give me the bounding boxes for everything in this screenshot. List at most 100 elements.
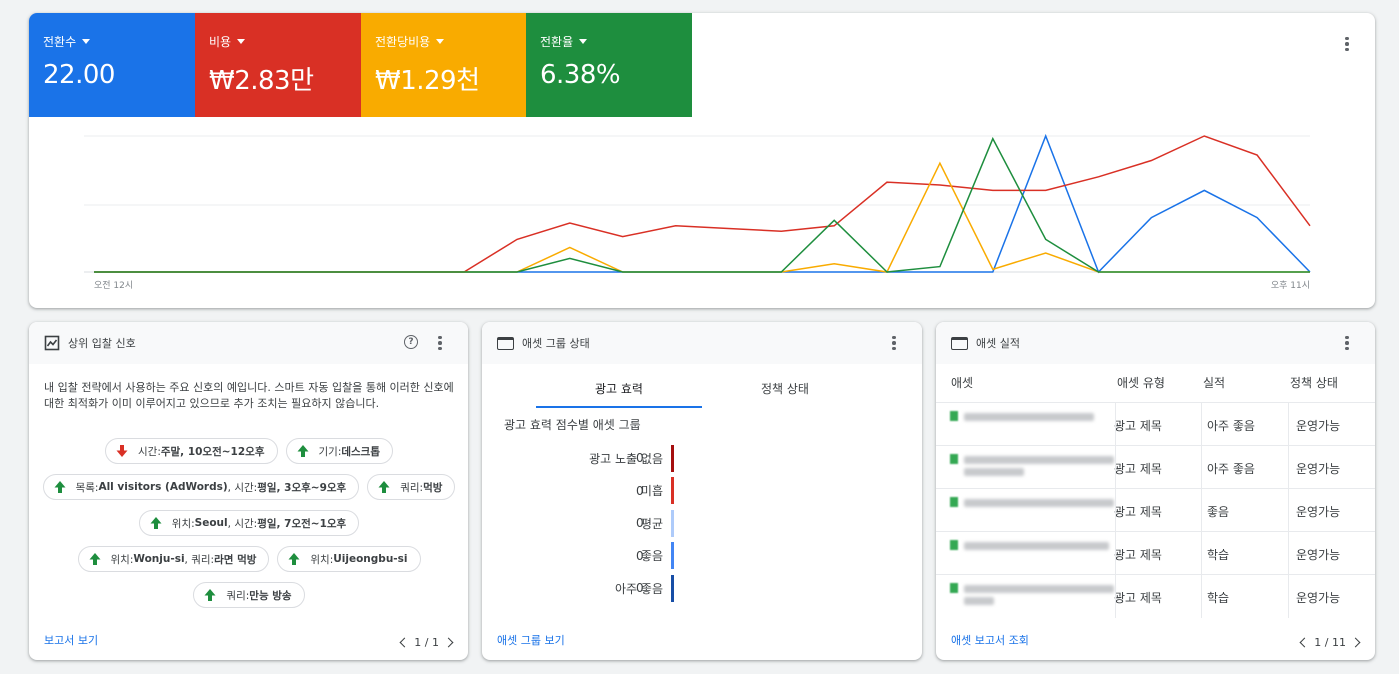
column-header-policy-status[interactable]: 정책 상태: [1290, 374, 1338, 391]
column-divider: [1288, 575, 1289, 618]
cell-performance: 아주 좋음: [1207, 462, 1255, 476]
panel-header: 상위 입찰 신호: [29, 322, 468, 364]
chevron-right-icon[interactable]: [1350, 637, 1361, 648]
arrow-up-icon: [288, 553, 300, 565]
column-divider: [1115, 446, 1116, 489]
cell-policy-status: 운영가능: [1296, 548, 1341, 562]
color-bar: [671, 509, 674, 537]
column-divider: [1201, 575, 1202, 618]
panel-description: 내 입찰 전략에서 사용하는 주요 신호의 예입니다. 스마트 자동 입찰을 통…: [44, 381, 454, 410]
chevron-left-icon[interactable]: [1299, 637, 1310, 648]
column-header-asset-type[interactable]: 애셋 유형: [1117, 374, 1165, 391]
chip-label: 위치:: [171, 517, 195, 530]
pager-text: 1 / 11: [1314, 636, 1346, 649]
signal-chip[interactable]: 위치: Seoul, 시간: 평일, 7오전~1오후: [138, 510, 360, 536]
panel-header: 애셋 실적: [936, 322, 1375, 364]
column-divider: [1288, 403, 1289, 446]
help-icon[interactable]: ?: [404, 335, 418, 349]
color-bar: [671, 574, 674, 602]
column-divider: [1115, 532, 1116, 575]
chip-label: 위치:: [310, 553, 334, 566]
asset-text-redacted: [950, 497, 1114, 523]
panel-title: 애셋 그룹 상태: [522, 337, 590, 350]
asset-thumbnail-icon: [950, 497, 958, 507]
tab-ad-strength[interactable]: 광고 효력: [536, 374, 702, 408]
signal-chip[interactable]: 목록: All visitors (AdWords), 시간: 평일, 3오후~…: [42, 474, 360, 500]
list-item: 광고 노출 없음 0: [482, 442, 682, 475]
column-divider: [1288, 532, 1289, 575]
column-divider: [1201, 446, 1202, 489]
column-divider: [1115, 575, 1116, 618]
list-item: 미흡 0: [482, 475, 682, 508]
asset-thumbnail-icon: [950, 540, 958, 550]
cell-policy-status: 운영가능: [1296, 419, 1341, 433]
table-row[interactable]: 광고 제목 학습 운영가능: [936, 574, 1375, 618]
chip-label: 쿼리:: [400, 481, 424, 494]
asset-text-redacted: [950, 540, 1112, 566]
chip-label: 목록:: [75, 481, 99, 494]
pager-text: 1 / 1: [414, 636, 439, 649]
arrow-up-icon: [297, 445, 309, 457]
chip-label: 쿼리:: [226, 589, 250, 602]
pager: 1 / 1: [399, 636, 454, 649]
asset-text-redacted: [950, 411, 1112, 437]
list-item: 평균 0: [482, 507, 682, 540]
cell-policy-status: 운영가능: [1296, 505, 1341, 519]
panel-title: 상위 입찰 신호: [68, 337, 136, 350]
arrow-up-icon: [204, 589, 216, 601]
table-row[interactable]: 광고 제목 아주 좋음 운영가능: [936, 402, 1375, 446]
chip-value: 만능 방송: [249, 589, 292, 602]
chip-value: 라면 먹방: [214, 553, 257, 566]
signal-chip[interactable]: 시간: 주말, 10오전~12오후: [105, 438, 278, 464]
view-report-link[interactable]: 보고서 보기: [44, 632, 98, 648]
more-options-icon[interactable]: [1337, 333, 1357, 353]
column-divider: [1115, 489, 1116, 532]
cell-asset-type: 광고 제목: [1114, 505, 1162, 519]
asset-text-redacted: [950, 454, 1114, 480]
view-asset-report-link[interactable]: 애셋 보고서 조회: [951, 632, 1029, 648]
column-divider: [1201, 532, 1202, 575]
signal-chip[interactable]: 쿼리: 먹방: [367, 474, 456, 500]
cell-performance: 학습: [1207, 591, 1230, 605]
cell-policy-status: 운영가능: [1296, 462, 1341, 476]
tab-policy-status[interactable]: 정책 상태: [702, 374, 868, 408]
chip-value: 먹방: [423, 481, 443, 494]
chip-value: 평일, 3오후~9오후: [257, 481, 347, 494]
cell-asset-type: 광고 제목: [1114, 462, 1162, 476]
list-item: 좋음 0: [482, 540, 682, 573]
chip-value: Wonju-si: [133, 553, 185, 565]
chip-label: 기기:: [318, 445, 342, 458]
chip-label: 시간:: [138, 445, 161, 458]
tab-bar: 광고 효력 정책 상태: [536, 374, 868, 408]
column-header-asset[interactable]: 애셋: [951, 374, 973, 391]
chevron-right-icon[interactable]: [443, 637, 454, 648]
row-label: 미흡: [640, 484, 663, 499]
more-options-icon[interactable]: [884, 333, 904, 353]
chip-value: 데스크톱: [341, 445, 380, 458]
cell-performance: 아주 좋음: [1207, 419, 1255, 433]
arrow-up-icon: [54, 481, 66, 493]
more-options-icon[interactable]: [430, 333, 450, 353]
view-asset-groups-link[interactable]: 애셋 그룹 보기: [497, 632, 565, 648]
chip-label: , 쿼리:: [184, 553, 215, 566]
performance-chart-card: 전환수 22.00 비용 ₩2.83만 전환당비용 ₩1.29천 전환율 6.3…: [29, 13, 1375, 308]
chip-value: Seoul: [194, 517, 228, 529]
asset-thumbnail-icon: [950, 411, 958, 421]
chip-value: Uijeongbu-si: [333, 553, 408, 565]
cell-performance: 학습: [1207, 548, 1230, 562]
table-row[interactable]: 광고 제목 좋음 운영가능: [936, 488, 1375, 532]
asset-thumbnail-icon: [950, 583, 958, 593]
signal-chips: 시간: 주말, 10오전~12오후 기기: 데스크톱목록: All visitor…: [39, 438, 459, 608]
signal-chip[interactable]: 쿼리: 만능 방송: [193, 582, 305, 608]
table-row[interactable]: 광고 제목 학습 운영가능: [936, 531, 1375, 575]
chevron-left-icon[interactable]: [399, 637, 410, 648]
signal-chip[interactable]: 위치: Uijeongbu-si: [277, 546, 421, 572]
cell-policy-status: 운영가능: [1296, 591, 1341, 605]
chip-value: All visitors (AdWords): [98, 481, 228, 493]
table-row[interactable]: 광고 제목 아주 좋음 운영가능: [936, 445, 1375, 489]
signal-chip[interactable]: 기기: 데스크톱: [285, 438, 393, 464]
column-header-performance[interactable]: 실적: [1203, 374, 1225, 391]
chip-value: 평일, 7오전~1오후: [257, 517, 347, 530]
signal-chip[interactable]: 위치: Wonju-si, 쿼리: 라면 먹방: [77, 546, 270, 572]
row-value: 0: [636, 548, 644, 563]
